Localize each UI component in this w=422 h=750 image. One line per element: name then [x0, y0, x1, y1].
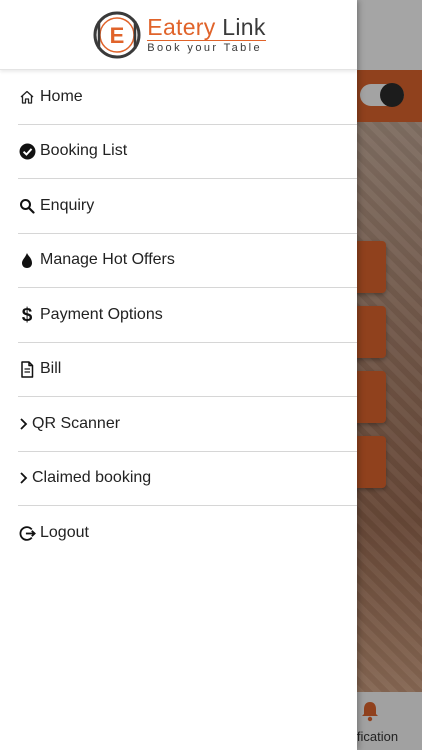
menu-item-manage-hot-offers[interactable]: Manage Hot Offers	[18, 234, 357, 288]
menu-item-enquiry[interactable]: Enquiry	[18, 179, 357, 234]
svg-text:$: $	[22, 305, 33, 325]
home-icon	[18, 88, 36, 106]
menu-label-payment-options: Payment Options	[40, 305, 163, 323]
menu-item-qr-scanner[interactable]: QR Scanner	[18, 397, 357, 452]
brand-name-part1: Eatery	[147, 14, 216, 40]
chevron-right-icon	[18, 469, 28, 487]
navigation-drawer: E Eatery Link Book your Table Home Booki…	[0, 0, 357, 750]
menu-item-claimed-booking[interactable]: Claimed booking	[18, 452, 357, 506]
menu-item-payment-options[interactable]: $ Payment Options	[18, 288, 357, 343]
menu-item-logout[interactable]: Logout	[18, 506, 357, 561]
menu-item-booking-list[interactable]: Booking List	[18, 125, 357, 179]
svg-text:E: E	[110, 23, 125, 48]
document-icon	[18, 360, 36, 378]
menu-label-claimed-booking: Claimed booking	[32, 469, 152, 487]
menu-label-qr-scanner: QR Scanner	[32, 414, 121, 432]
brand-logo: E Eatery Link Book your Table	[91, 9, 266, 61]
menu-label-bill: Bill	[40, 360, 62, 378]
dollar-icon: $	[18, 305, 36, 325]
flame-icon	[18, 251, 36, 269]
menu-item-bill[interactable]: Bill	[18, 343, 357, 397]
logout-icon	[18, 524, 36, 542]
chevron-right-icon	[18, 415, 28, 433]
eatery-link-logo-icon: E	[93, 11, 141, 58]
drawer-header: E Eatery Link Book your Table	[0, 0, 357, 70]
drawer-menu: Home Booking List Enquiry Manage Hot Off…	[18, 70, 357, 561]
menu-label-enquiry: Enquiry	[40, 196, 95, 214]
menu-label-logout: Logout	[40, 524, 89, 542]
menu-item-home[interactable]: Home	[18, 70, 357, 125]
brand-name-part2: Link	[222, 14, 266, 40]
menu-label-home: Home	[40, 87, 83, 105]
brand-name: Eatery Link	[147, 15, 265, 39]
search-icon	[18, 197, 36, 215]
check-circle-icon	[18, 142, 36, 160]
menu-label-booking-list: Booking List	[40, 142, 128, 160]
brand-tagline: Book your Table	[147, 40, 266, 54]
menu-label-manage-hot-offers: Manage Hot Offers	[40, 251, 175, 269]
